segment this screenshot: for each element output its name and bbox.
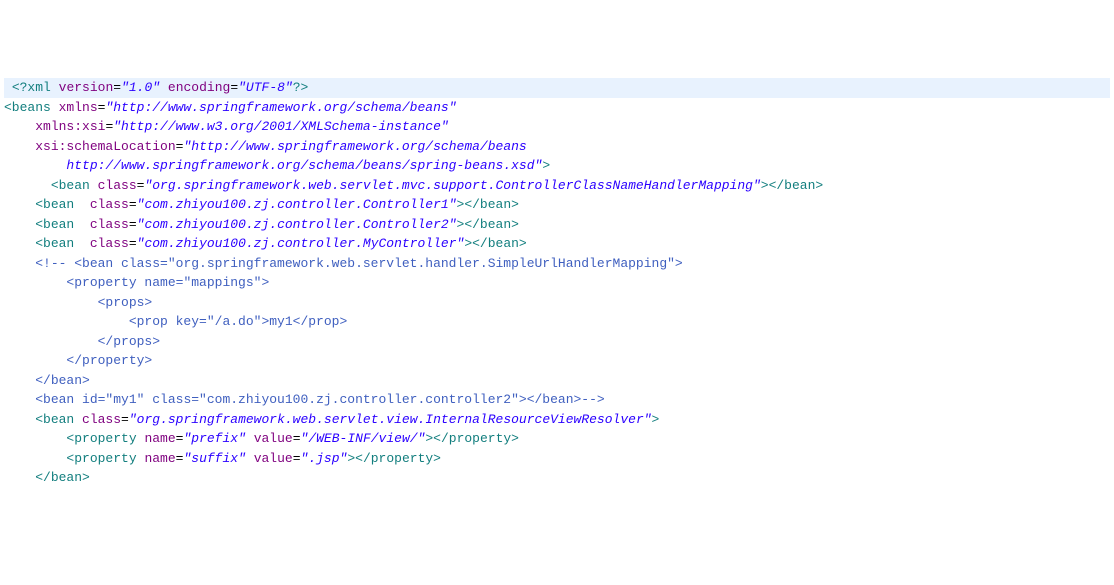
token-comment: <prop key="/a.do">my1</prop>	[129, 314, 347, 329]
token-tag: </bean>	[464, 217, 519, 232]
code-line: <property name="prefix" value="/WEB-INF/…	[4, 429, 1110, 449]
token-attr-name: xmlns:xsi	[35, 119, 105, 134]
token-tag: <bean	[35, 236, 90, 251]
code-line: <bean class="com.zhiyou100.zj.controller…	[4, 234, 1110, 254]
token-attr-val: "http://www.w3.org/2001/XMLSchema-instan…	[113, 119, 448, 134]
token-tag: >	[425, 431, 433, 446]
token-attr-val: "1.0"	[121, 80, 160, 95]
token-tag: </bean>	[35, 470, 90, 485]
token-tag: <property	[66, 431, 144, 446]
token-attr-eq: =	[129, 236, 137, 251]
token-attr-name: value	[254, 451, 293, 466]
token-comment: <bean id="my1" class="com.zhiyou100.zj.c…	[35, 392, 605, 407]
token-tag: </bean>	[464, 197, 519, 212]
token-tag	[246, 431, 254, 446]
token-tag: </bean>	[472, 236, 527, 251]
token-tag: xml	[27, 80, 58, 95]
token-tag: >	[542, 158, 550, 173]
code-line: <props>	[4, 293, 1110, 313]
token-attr-eq: =	[121, 412, 129, 427]
token-tag: <bean	[35, 412, 82, 427]
token-attr-eq: =	[293, 431, 301, 446]
code-line: xmlns:xsi="http://www.w3.org/2001/XMLSch…	[4, 117, 1110, 137]
token-attr-val: http://www.springframework.org/schema/be…	[66, 158, 542, 173]
token-attr-name: name	[144, 431, 175, 446]
token-pi: <?	[12, 80, 28, 95]
token-attr-name: class	[82, 412, 121, 427]
token-attr-val: "http://www.springframework.org/schema/b…	[105, 100, 456, 115]
token-attr-val: "com.zhiyou100.zj.controller.MyControlle…	[137, 236, 465, 251]
token-tag: >	[464, 236, 472, 251]
token-comment: <!-- <bean class="org.springframework.we…	[35, 256, 683, 271]
code-line: <prop key="/a.do">my1</prop>	[4, 312, 1110, 332]
token-tag: </property>	[433, 431, 519, 446]
code-editor[interactable]: <?xml version="1.0" encoding="UTF-8"?><b…	[0, 78, 1114, 488]
token-attr-name: class	[90, 197, 129, 212]
code-line: <!-- <bean class="org.springframework.we…	[4, 254, 1110, 274]
token-attr-val: "prefix"	[183, 431, 245, 446]
token-attr-name: class	[98, 178, 137, 193]
token-comment: <props>	[98, 295, 153, 310]
token-attr-name: name	[144, 451, 175, 466]
token-attr-name: version	[59, 80, 114, 95]
code-line: <beans xmlns="http://www.springframework…	[4, 98, 1110, 118]
token-attr-eq: =	[129, 217, 137, 232]
token-attr-val: "org.springframework.web.servlet.view.In…	[129, 412, 652, 427]
token-attr-name: class	[90, 236, 129, 251]
code-line: <property name="mappings">	[4, 273, 1110, 293]
token-tag: >	[347, 451, 355, 466]
token-attr-name: value	[254, 431, 293, 446]
token-tag: <bean	[35, 217, 90, 232]
code-line: <bean class="com.zhiyou100.zj.controller…	[4, 215, 1110, 235]
token-attr-val: "http://www.springframework.org/schema/b…	[183, 139, 526, 154]
code-line: </props>	[4, 332, 1110, 352]
token-tag: <property	[66, 451, 144, 466]
token-tag: >	[761, 178, 769, 193]
token-comment: <property name="mappings">	[66, 275, 269, 290]
token-tag: <beans	[4, 100, 59, 115]
token-comment: </property>	[66, 353, 152, 368]
token-tag	[160, 80, 168, 95]
token-attr-val: ".jsp"	[301, 451, 348, 466]
token-attr-name: xmlns	[59, 100, 98, 115]
token-tag: <bean	[35, 197, 90, 212]
code-line: <bean class="com.zhiyou100.zj.controller…	[4, 195, 1110, 215]
token-attr-eq: =	[129, 197, 137, 212]
code-line: <bean id="my1" class="com.zhiyou100.zj.c…	[4, 390, 1110, 410]
token-tag	[246, 451, 254, 466]
token-attr-val: "org.springframework.web.servlet.mvc.sup…	[144, 178, 760, 193]
token-tag: <bean	[51, 178, 98, 193]
token-attr-eq: =	[113, 80, 121, 95]
token-comment: </bean>	[35, 373, 90, 388]
code-line: <bean class="org.springframework.web.ser…	[4, 410, 1110, 430]
token-attr-eq: =	[230, 80, 238, 95]
token-attr-val: "/WEB-INF/view/"	[301, 431, 426, 446]
token-pi: ?>	[293, 80, 309, 95]
token-comment: </props>	[98, 334, 160, 349]
token-attr-name: class	[90, 217, 129, 232]
token-attr-val: "UTF-8"	[238, 80, 293, 95]
code-line: <?xml version="1.0" encoding="UTF-8"?>	[4, 78, 1110, 98]
code-line: <property name="suffix" value=".jsp"></p…	[4, 449, 1110, 469]
token-attr-eq: =	[293, 451, 301, 466]
token-tag: </property>	[355, 451, 441, 466]
token-attr-val: "com.zhiyou100.zj.controller.Controller1…	[137, 197, 457, 212]
code-line: http://www.springframework.org/schema/be…	[4, 156, 1110, 176]
token-attr-val: "com.zhiyou100.zj.controller.Controller2…	[137, 217, 457, 232]
code-line: xsi:schemaLocation="http://www.springfra…	[4, 137, 1110, 157]
token-attr-val: "suffix"	[183, 451, 245, 466]
code-line: </property>	[4, 351, 1110, 371]
token-attr-name: xsi:schemaLocation	[35, 139, 175, 154]
code-line: </bean>	[4, 371, 1110, 391]
token-tag: >	[652, 412, 660, 427]
token-tag: </bean>	[769, 178, 824, 193]
token-attr-name: encoding	[168, 80, 230, 95]
code-line: </bean>	[4, 468, 1110, 488]
code-line: <bean class="org.springframework.web.ser…	[4, 176, 1110, 196]
